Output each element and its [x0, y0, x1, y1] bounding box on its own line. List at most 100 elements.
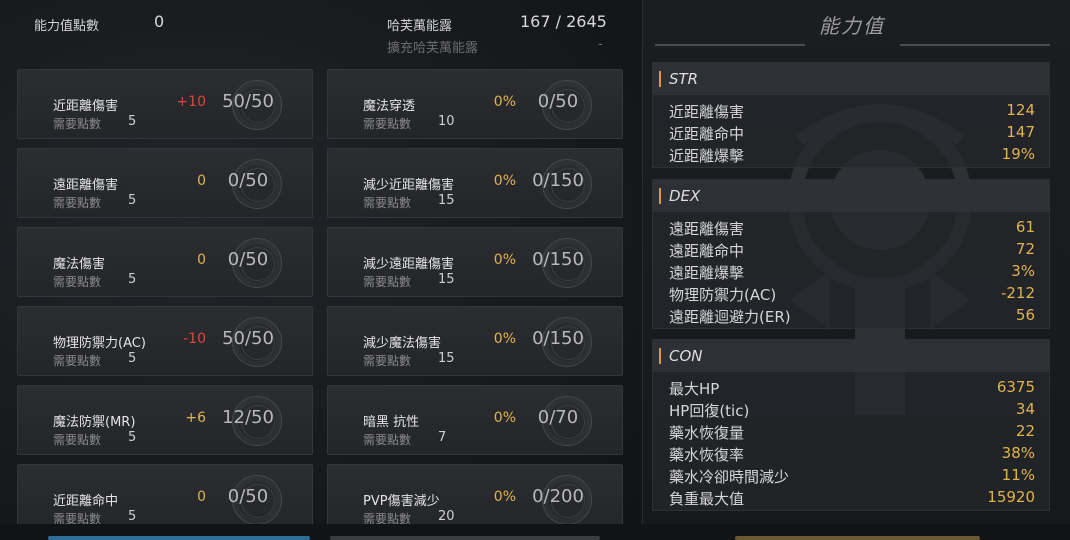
required-points-value: 7: [438, 430, 447, 445]
skill-card[interactable]: 物理防禦力(AC) 需要點數 5 -10 50/50: [17, 306, 313, 376]
section-label: STR: [669, 70, 699, 88]
skill-card[interactable]: 減少魔法傷害 需要點數 15 0% 0/150: [327, 306, 623, 376]
skill-card[interactable]: 暗黑 抗性 需要點數 7 0% 0/70: [327, 385, 623, 455]
bottom-tab-active[interactable]: [48, 536, 310, 540]
stat-name: 近距離爆擊: [669, 147, 745, 165]
skill-name: PVP傷害減少: [363, 494, 440, 509]
stat-name: 負重最大值: [669, 490, 745, 508]
skill-name: 物理防禦力(AC): [53, 336, 146, 351]
section-label: DEX: [669, 187, 701, 205]
expand-elixir-value: -: [598, 37, 603, 52]
skill-bonus: 0: [197, 252, 206, 268]
elixir-value: 167 / 2645: [520, 12, 607, 31]
skill-level: 50/50: [222, 91, 274, 112]
skill-level: 0/150: [532, 328, 584, 349]
skill-card[interactable]: 魔法穿透 需要點數 10 0% 0/50: [327, 69, 623, 139]
title-divider-left: [655, 44, 805, 46]
required-points-value: 10: [438, 114, 455, 129]
skill-card[interactable]: 魔法傷害 需要點數 5 0 0/50: [17, 227, 313, 297]
skill-name: 魔法傷害: [53, 257, 106, 272]
section-header: STR: [653, 63, 1049, 95]
required-points-label: 需要點數: [53, 196, 102, 210]
skill-bonus: 0: [197, 489, 206, 505]
skill-bonus: 0%: [493, 173, 516, 189]
stat-value: 6375: [996, 378, 1035, 396]
stat-value: 34: [1015, 400, 1035, 418]
skill-level: 0/150: [532, 170, 584, 191]
section-header: DEX: [653, 180, 1049, 212]
skill-level: 0/50: [227, 486, 269, 507]
required-points-value: 15: [438, 272, 455, 287]
skill-bonus: +6: [185, 410, 206, 426]
skill-name: 遠距離傷害: [53, 178, 119, 193]
stat-value: 147: [1006, 123, 1035, 141]
bottom-tab[interactable]: [330, 536, 600, 540]
skill-level: 0/50: [227, 249, 269, 270]
stat-name: 遠距離迴避力(ER): [669, 308, 791, 326]
skill-card[interactable]: 近距離傷害需要點數 5 +10 50/50: [17, 69, 313, 139]
skill-card[interactable]: 遠距離傷害 需要點數 5 0 0/50: [17, 148, 313, 218]
skill-name: 近距離命中: [53, 494, 119, 509]
expand-elixir-label[interactable]: 擴充哈芙萬能露: [387, 37, 478, 56]
skill-card[interactable]: 魔法防禦(MR) 需要點數 5 +6 12/50: [17, 385, 313, 455]
stat-section-dex: DEX 遠距離傷害 61 遠距離命中 72 遠距離爆擊 3% 物理防禦力(AC) -212 遠距離…: [652, 179, 1050, 329]
required-points-label: 需要點數: [53, 117, 102, 131]
skill-name: 減少遠距離傷害: [363, 257, 455, 272]
stat-name: 最大HP: [669, 380, 720, 398]
skill-card[interactable]: 減少遠距離傷害 需要點數 15 0% 0/150: [327, 227, 623, 297]
skill-name: 魔法防禦(MR): [53, 415, 136, 430]
elixir-label: 哈芙萬能露: [387, 19, 453, 34]
required-points-value: 20: [438, 509, 455, 524]
skill-bonus: +10: [176, 94, 206, 110]
stat-name: 藥水恢復率: [669, 446, 745, 464]
required-points-value: 5: [128, 114, 137, 129]
stat-name: HP回復(tic): [669, 402, 750, 420]
stat-section-con: CON 最大HP 6375 HP回復(tic) 34 藥水恢復量 22 藥水恢復率 38% 藥水冷…: [652, 339, 1050, 511]
skill-bonus: 0%: [493, 410, 516, 426]
skill-level: 0/150: [532, 249, 584, 270]
section-header: CON: [653, 340, 1049, 372]
stat-name: 藥水恢復量: [669, 424, 745, 442]
stats-panel-title: 能力值: [819, 14, 885, 38]
skill-level: 0/200: [532, 486, 584, 507]
stat-name: 近距離傷害: [669, 103, 745, 121]
skill-name: 魔法穿透: [363, 99, 416, 114]
skill-level: 12/50: [222, 407, 274, 428]
section-label: CON: [669, 347, 703, 365]
required-points-label: 需要點數: [363, 117, 412, 131]
required-points-value: 5: [128, 430, 137, 445]
stat-name: 藥水冷卻時間減少: [669, 468, 790, 486]
required-points-label: 需要點數: [53, 433, 102, 447]
section-accent-bar: [659, 348, 661, 364]
required-points-value: 15: [438, 351, 455, 366]
skill-level: 0/70: [537, 407, 579, 428]
required-points-value: 5: [128, 193, 137, 208]
stat-value: 3%: [1011, 262, 1035, 280]
stat-value: 124: [1006, 101, 1035, 119]
stat-value: 22: [1015, 422, 1035, 440]
skill-bonus: 0: [197, 173, 206, 189]
stat-value: 11%: [1001, 466, 1035, 484]
skill-bonus: 0%: [493, 489, 516, 505]
required-points-label: 需要點數: [363, 354, 412, 368]
stat-points-value: 0: [154, 12, 165, 31]
skill-bonus: 0%: [493, 331, 516, 347]
stat-value: 61: [1015, 218, 1035, 236]
required-points-value: 15: [438, 193, 455, 208]
stat-value: 38%: [1001, 444, 1035, 462]
skill-bonus: 0%: [493, 252, 516, 268]
skill-level: 0/50: [537, 91, 579, 112]
stat-points-label: 能力值點數: [34, 19, 100, 34]
stat-value: 72: [1015, 240, 1035, 258]
bottom-tab-gold[interactable]: [735, 536, 980, 540]
skill-card[interactable]: 減少近距離傷害 需要點數 15 0% 0/150: [327, 148, 623, 218]
stat-name: 遠距離傷害: [669, 220, 745, 238]
stat-name: 遠距離爆擊: [669, 264, 745, 282]
stat-name: 遠距離命中: [669, 242, 745, 260]
required-points-label: 需要點數: [53, 354, 102, 368]
stat-name: 近距離命中: [669, 125, 745, 143]
required-points-label: 需要點數: [363, 275, 412, 289]
section-accent-bar: [659, 188, 661, 204]
skill-name: 減少魔法傷害: [363, 336, 442, 351]
skill-name: 近距離傷害: [53, 99, 119, 114]
